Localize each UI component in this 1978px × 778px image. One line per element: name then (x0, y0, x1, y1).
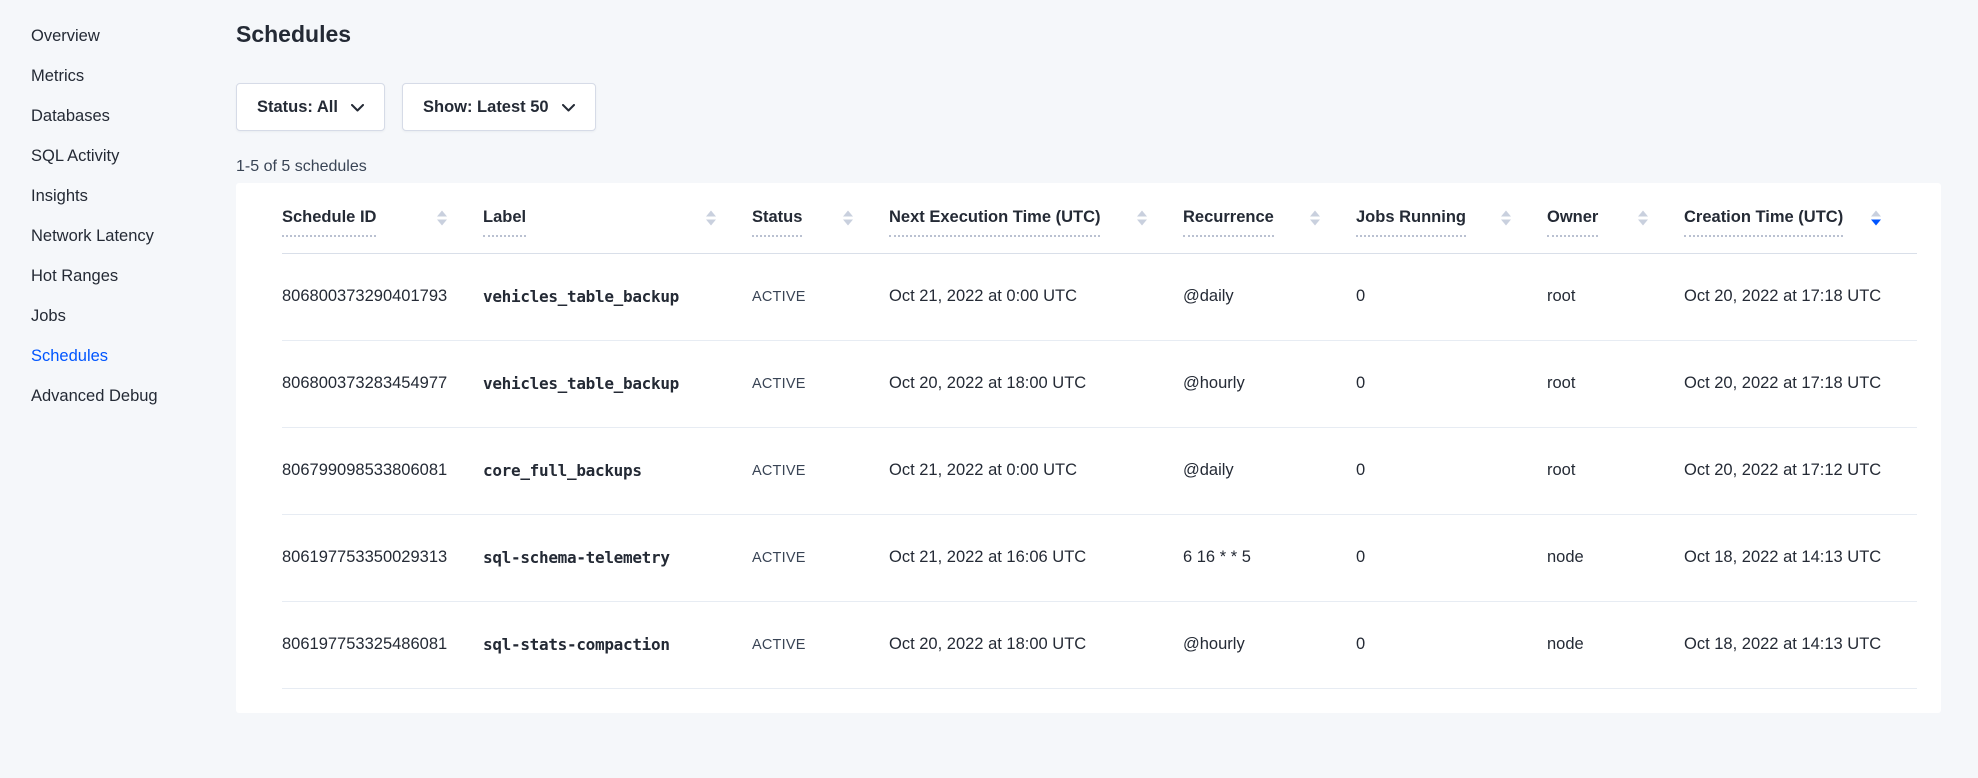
sidebar-item-sql-activity[interactable]: SQL Activity (31, 136, 236, 176)
sidebar-item-metrics[interactable]: Metrics (31, 56, 236, 96)
schedule-row: 806800373283454977 vehicles_table_backup… (282, 340, 1917, 427)
schedule-id-cell: 806800373283454977 (282, 340, 483, 427)
next-execution-cell: Oct 21, 2022 at 0:00 UTC (889, 427, 1183, 514)
filters-bar: Status: All Show: Latest 50 (236, 83, 1941, 131)
schedule-id-cell: 806197753325486081 (282, 601, 483, 688)
column-header-status[interactable]: Status (752, 183, 889, 253)
sidebar-item-schedules[interactable]: Schedules (31, 336, 236, 376)
next-execution-cell: Oct 20, 2022 at 18:00 UTC (889, 340, 1183, 427)
schedules-table-card: Schedule ID Label Status Next Execu (236, 183, 1941, 713)
sidebar-item-network-latency[interactable]: Network Latency (31, 216, 236, 256)
sidebar-item-insights[interactable]: Insights (31, 176, 236, 216)
sort-arrows-icon[interactable] (706, 210, 716, 225)
jobs-running-cell: 0 (1356, 253, 1547, 340)
schedule-label-cell: vehicles_table_backup (483, 253, 752, 340)
recurrence-cell: @daily (1183, 253, 1356, 340)
owner-cell: root (1547, 253, 1684, 340)
schedule-row: 806197753350029313 sql-schema-telemetry … (282, 514, 1917, 601)
creation-time-cell: Oct 18, 2022 at 14:13 UTC (1684, 514, 1917, 601)
status-cell: ACTIVE (752, 601, 889, 688)
sidebar-item-databases[interactable]: Databases (31, 96, 236, 136)
recurrence-cell: @daily (1183, 427, 1356, 514)
schedule-label-cell: core_full_backups (483, 427, 752, 514)
chevron-down-icon (351, 102, 364, 112)
creation-time-cell: Oct 20, 2022 at 17:18 UTC (1684, 340, 1917, 427)
owner-cell: root (1547, 340, 1684, 427)
status-cell: ACTIVE (752, 340, 889, 427)
main-content: Schedules Status: All Show: Latest 50 1-… (236, 0, 1941, 778)
jobs-running-cell: 0 (1356, 427, 1547, 514)
results-count: 1-5 of 5 schedules (236, 158, 1941, 176)
status-cell: ACTIVE (752, 253, 889, 340)
next-execution-cell: Oct 21, 2022 at 0:00 UTC (889, 253, 1183, 340)
schedule-row: 806197753325486081 sql-stats-compaction … (282, 601, 1917, 688)
column-header-recurrence[interactable]: Recurrence (1183, 183, 1356, 253)
sidebar-item-jobs[interactable]: Jobs (31, 296, 236, 336)
column-header-creation-time[interactable]: Creation Time (UTC) (1684, 183, 1917, 253)
sort-arrows-icon[interactable] (1638, 210, 1648, 225)
table-header-row: Schedule ID Label Status Next Execu (282, 183, 1917, 253)
column-header-jobs-running[interactable]: Jobs Running (1356, 183, 1547, 253)
chevron-down-icon (562, 102, 575, 112)
sidebar-item-hot-ranges[interactable]: Hot Ranges (31, 256, 236, 296)
sidebar-item-overview[interactable]: Overview (31, 16, 236, 56)
sort-arrows-icon[interactable] (1871, 210, 1881, 225)
jobs-running-cell: 0 (1356, 340, 1547, 427)
status-cell: ACTIVE (752, 514, 889, 601)
sort-arrows-icon[interactable] (437, 210, 447, 225)
schedule-id-cell: 806799098533806081 (282, 427, 483, 514)
owner-cell: node (1547, 514, 1684, 601)
recurrence-cell: @hourly (1183, 340, 1356, 427)
column-header-schedule-id[interactable]: Schedule ID (282, 183, 483, 253)
recurrence-cell: 6 16 * * 5 (1183, 514, 1356, 601)
column-header-label[interactable]: Label (483, 183, 752, 253)
schedule-row: 806800373290401793 vehicles_table_backup… (282, 253, 1917, 340)
schedule-label-cell: sql-stats-compaction (483, 601, 752, 688)
next-execution-cell: Oct 21, 2022 at 16:06 UTC (889, 514, 1183, 601)
status-filter-dropdown[interactable]: Status: All (236, 83, 385, 131)
sort-arrows-icon[interactable] (1310, 210, 1320, 225)
jobs-running-cell: 0 (1356, 514, 1547, 601)
schedule-row: 806799098533806081 core_full_backups ACT… (282, 427, 1917, 514)
show-filter-dropdown[interactable]: Show: Latest 50 (402, 83, 596, 131)
schedule-id-cell: 806800373290401793 (282, 253, 483, 340)
sort-arrows-icon[interactable] (843, 210, 853, 225)
owner-cell: root (1547, 427, 1684, 514)
sidebar: Overview Metrics Databases SQL Activity … (0, 0, 236, 778)
sort-arrows-icon[interactable] (1501, 210, 1511, 225)
schedules-table: Schedule ID Label Status Next Execu (282, 183, 1917, 689)
creation-time-cell: Oct 18, 2022 at 14:13 UTC (1684, 601, 1917, 688)
jobs-running-cell: 0 (1356, 601, 1547, 688)
next-execution-cell: Oct 20, 2022 at 18:00 UTC (889, 601, 1183, 688)
page-title: Schedules (236, 20, 1941, 48)
schedule-label-cell: sql-schema-telemetry (483, 514, 752, 601)
creation-time-cell: Oct 20, 2022 at 17:18 UTC (1684, 253, 1917, 340)
creation-time-cell: Oct 20, 2022 at 17:12 UTC (1684, 427, 1917, 514)
owner-cell: node (1547, 601, 1684, 688)
column-header-owner[interactable]: Owner (1547, 183, 1684, 253)
schedule-label-cell: vehicles_table_backup (483, 340, 752, 427)
column-header-next-execution-time[interactable]: Next Execution Time (UTC) (889, 183, 1183, 253)
schedule-id-cell: 806197753350029313 (282, 514, 483, 601)
recurrence-cell: @hourly (1183, 601, 1356, 688)
show-filter-label: Show: Latest 50 (423, 98, 549, 117)
sort-arrows-icon[interactable] (1137, 210, 1147, 225)
status-cell: ACTIVE (752, 427, 889, 514)
sidebar-item-advanced-debug[interactable]: Advanced Debug (31, 376, 236, 416)
app-window: Overview Metrics Databases SQL Activity … (0, 0, 1978, 778)
status-filter-label: Status: All (257, 98, 338, 117)
